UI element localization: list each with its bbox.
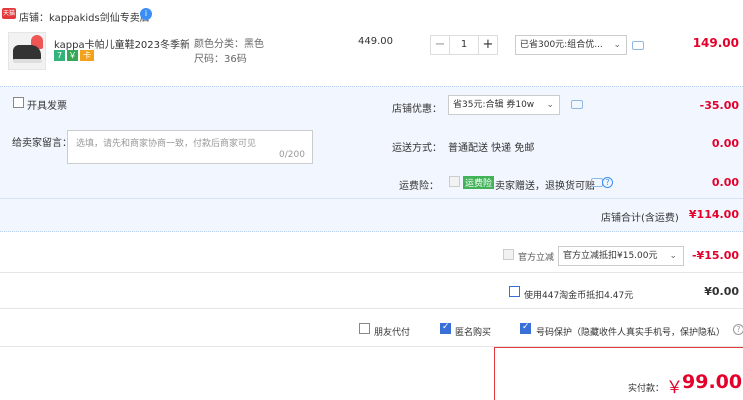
official-discount-checkbox[interactable] [503, 249, 514, 260]
chevron-down-icon: ⌄ [546, 100, 554, 110]
shop-coupon-label: 店铺优惠： [392, 104, 442, 115]
help-icon[interactable]: ? [733, 324, 743, 335]
memo-label: 给卖家留言： [12, 138, 72, 149]
memo-char-counter: 0/200 [279, 150, 305, 160]
sku-color: 颜色分类：黑色 [194, 39, 264, 50]
sku-info: 颜色分类：黑色 尺码：36码 [194, 37, 264, 67]
freight-insurance-label: 运费险： [399, 181, 439, 192]
taojinbi-label[interactable]: 使用447淘金币抵扣4.47元 [524, 288, 633, 301]
product-service-tags: 7 ￥ 卡 [54, 50, 96, 61]
help-icon[interactable]: ? [602, 177, 613, 188]
anonymous-purchase-label[interactable]: 匿名购买 [455, 325, 491, 338]
friend-pay-checkbox[interactable] [359, 323, 370, 334]
freight-insurance-checkbox[interactable] [449, 176, 460, 187]
shop-subtotal-label: 店铺合计(含运费) [601, 213, 679, 224]
quantity-minus-button[interactable]: − [430, 35, 450, 55]
payment-label: 实付款： [628, 384, 665, 394]
item-discount-value: 已省300元:组合优... [520, 40, 603, 50]
freight-insurance-desc: 卖家赠送，退换货可赔 [495, 181, 595, 192]
official-discount-amount: -¥15.00 [691, 249, 739, 262]
unit-price: 449.00 [358, 36, 393, 47]
shop-subtotal-value: ¥114.00 [688, 208, 739, 221]
item-total-price: 149.00 [692, 36, 739, 50]
anonymous-purchase-checkbox[interactable] [440, 322, 451, 334]
number-protect-checkbox[interactable] [520, 322, 531, 334]
number-protect-label[interactable]: 号码保护（隐藏收件人真实手机号，保护隐私） [536, 325, 725, 338]
official-discount-select[interactable]: 官方立减抵扣¥15.00元 ⌄ [558, 246, 684, 266]
shoe-sole-icon [13, 59, 42, 63]
shipping-fee: 0.00 [711, 137, 739, 150]
quantity-plus-button[interactable]: + [478, 35, 498, 55]
payment-amount: 99.00 [682, 371, 743, 393]
seven-day-return-icon: 7 [54, 50, 65, 61]
taojinbi-checkbox[interactable] [509, 286, 520, 297]
divider [0, 272, 743, 273]
quantity-stepper: − 1 + [430, 35, 498, 55]
shop-coupon-value: 省35元:合辑 券10w [453, 100, 535, 110]
invoice-label[interactable]: 开具发票 [27, 97, 67, 112]
memo-placeholder: 选填，请先和商家协商一致，付款后商家可见 [76, 139, 257, 149]
official-discount-value: 官方立减抵扣¥15.00元 [563, 251, 658, 261]
chevron-down-icon: ⌄ [669, 251, 677, 261]
item-discount-select[interactable]: 已省300元:组合优... ⌄ [515, 35, 627, 55]
comment-icon[interactable] [571, 100, 583, 109]
card-pay-icon: 卡 [80, 50, 94, 61]
friend-pay-label[interactable]: 朋友代付 [374, 325, 410, 338]
sku-size: 尺码：36码 [194, 54, 247, 65]
shipping-method: 普通配送 快递 免邮 [448, 143, 535, 154]
shop-name[interactable]: 店铺：kappakids剑仙专卖店 [19, 9, 150, 24]
tmall-badge: 天猫 [2, 8, 16, 19]
chevron-down-icon: ⌄ [613, 40, 621, 50]
quantity-input[interactable]: 1 [450, 35, 478, 55]
product-title[interactable]: kappa卡帕儿童鞋2023冬季新... [54, 36, 189, 51]
shop-coupon-amount: -35.00 [699, 99, 739, 112]
freight-insurance-fee: 0.00 [711, 176, 739, 189]
shipping-label: 运送方式： [392, 143, 442, 154]
price-protect-icon: ￥ [67, 50, 78, 61]
taojinbi-amount: ¥0.00 [704, 285, 739, 298]
shop-coupon-select[interactable]: 省35元:合辑 券10w ⌄ [448, 95, 560, 115]
divider [0, 308, 743, 309]
freight-insurance-tag: 运费险 [463, 176, 495, 189]
invoice-checkbox[interactable] [13, 97, 24, 108]
payment-currency: ￥ [666, 378, 683, 398]
official-discount-label: 官方立减 [518, 253, 555, 263]
product-thumbnail[interactable] [8, 32, 46, 70]
comment-icon[interactable] [632, 41, 644, 50]
wangwang-chat-icon[interactable]: i [140, 8, 152, 20]
